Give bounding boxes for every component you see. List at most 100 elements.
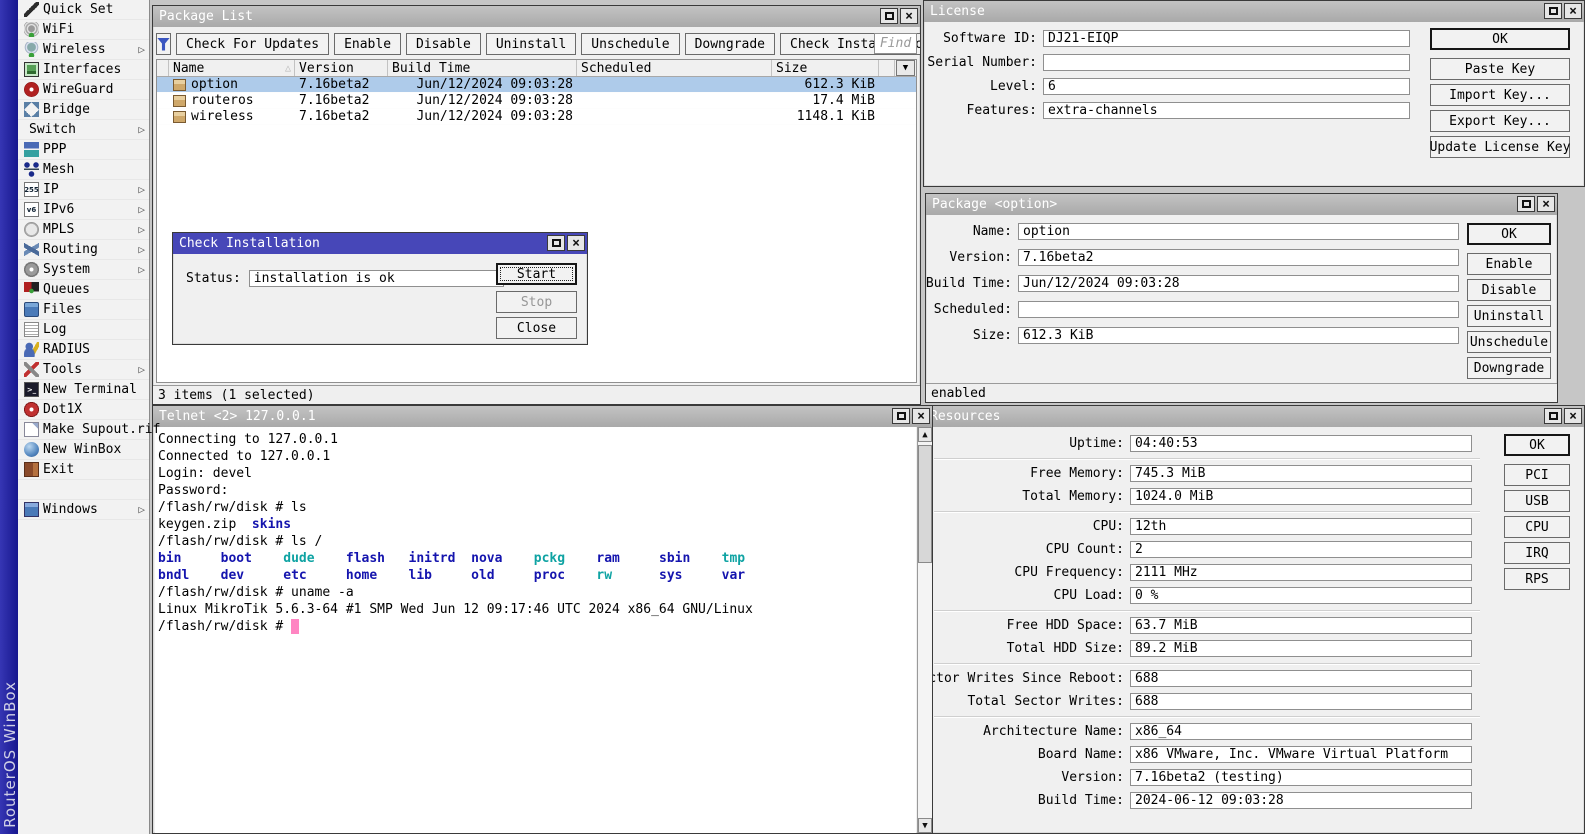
license-value-level[interactable]: 6 bbox=[1043, 78, 1410, 95]
license-update-license-key-button[interactable]: Update License Key bbox=[1430, 136, 1570, 158]
resources-cpu-button[interactable]: CPU bbox=[1504, 516, 1570, 538]
close-button[interactable]: Close bbox=[496, 317, 577, 339]
resources-value-free-hdd-space[interactable]: 63.7 MiB bbox=[1130, 617, 1472, 634]
license-value-features[interactable]: extra-channels bbox=[1043, 102, 1410, 119]
sidebar-item-log[interactable]: Log bbox=[18, 320, 149, 340]
sidebar-item-interfaces[interactable]: Interfaces bbox=[18, 60, 149, 80]
package-row-wireless[interactable]: wireless7.16beta2Jun/12/2024 09:03:28114… bbox=[157, 109, 916, 125]
sidebar-item-quick-set[interactable]: Quick Set bbox=[18, 0, 149, 20]
scroll-down-icon[interactable]: ▼ bbox=[918, 818, 932, 833]
maximize-button[interactable] bbox=[1544, 3, 1562, 19]
package-option-value-version[interactable]: 7.16beta2 bbox=[1018, 249, 1459, 266]
maximize-button[interactable] bbox=[547, 235, 565, 251]
resources-value-sector-writes-since-reboot[interactable]: 688 bbox=[1130, 670, 1472, 687]
resources-pci-button[interactable]: PCI bbox=[1504, 464, 1570, 486]
package-option-downgrade-button[interactable]: Downgrade bbox=[1467, 357, 1551, 379]
package-option-value-name[interactable]: option bbox=[1018, 223, 1459, 240]
resources-value-total-hdd-size[interactable]: 89.2 MiB bbox=[1130, 640, 1472, 657]
column-header-blank[interactable] bbox=[879, 60, 895, 76]
package-option-unschedule-button[interactable]: Unschedule bbox=[1467, 331, 1551, 353]
package-row-option[interactable]: option7.16beta2Jun/12/2024 09:03:28612.3… bbox=[157, 77, 916, 93]
terminal-scrollbar[interactable]: ▲ ▼ bbox=[917, 427, 932, 833]
package-option-disable-button[interactable]: Disable bbox=[1467, 279, 1551, 301]
sidebar-item-ip[interactable]: 255IP▷ bbox=[18, 180, 149, 200]
resources-value-cpu[interactable]: 12th bbox=[1130, 518, 1472, 535]
license-export-key-button[interactable]: Export Key... bbox=[1430, 110, 1570, 132]
resources-value-version[interactable]: 7.16beta2 (testing) bbox=[1130, 769, 1472, 786]
sidebar-item-system[interactable]: System▷ bbox=[18, 260, 149, 280]
unschedule-button[interactable]: Unschedule bbox=[581, 33, 679, 55]
start-button[interactable]: Start bbox=[496, 263, 577, 285]
maximize-button[interactable] bbox=[1544, 408, 1562, 424]
resources-value-cpu-load[interactable]: 0 % bbox=[1130, 587, 1472, 604]
column-header-size[interactable]: Size bbox=[772, 60, 879, 76]
sidebar-item-routing[interactable]: Routing▷ bbox=[18, 240, 149, 260]
sidebar-item-mpls[interactable]: MPLS▷ bbox=[18, 220, 149, 240]
package-option-ok-button[interactable]: OK bbox=[1467, 223, 1551, 245]
scrollbar-thumb[interactable] bbox=[918, 445, 932, 563]
sidebar-item-mesh[interactable]: Mesh bbox=[18, 160, 149, 180]
license-ok-button[interactable]: OK bbox=[1430, 28, 1570, 50]
package-option-value-build-time[interactable]: Jun/12/2024 09:03:28 bbox=[1018, 275, 1459, 292]
downgrade-button[interactable]: Downgrade bbox=[685, 33, 775, 55]
package-option-uninstall-button[interactable]: Uninstall bbox=[1467, 305, 1551, 327]
scroll-up-icon[interactable]: ▲ bbox=[918, 427, 932, 442]
terminal-output[interactable]: Connecting to 127.0.0.1Connected to 127.… bbox=[155, 427, 916, 833]
sidebar-item-exit[interactable]: Exit bbox=[18, 460, 149, 480]
sidebar-item-bridge[interactable]: Bridge bbox=[18, 100, 149, 120]
sidebar-item-new-winbox[interactable]: New WinBox bbox=[18, 440, 149, 460]
resources-value-total-memory[interactable]: 1024.0 MiB bbox=[1130, 488, 1472, 505]
close-button[interactable]: × bbox=[912, 408, 930, 424]
maximize-button[interactable] bbox=[880, 8, 898, 24]
close-button[interactable]: × bbox=[1564, 408, 1582, 424]
disable-button[interactable]: Disable bbox=[406, 33, 481, 55]
resources-value-board-name[interactable]: x86 VMware, Inc. VMware Virtual Platform bbox=[1130, 746, 1472, 763]
resources-usb-button[interactable]: USB bbox=[1504, 490, 1570, 512]
sidebar-item-queues[interactable]: Queues bbox=[18, 280, 149, 300]
uninstall-button[interactable]: Uninstall bbox=[486, 33, 576, 55]
maximize-button[interactable] bbox=[1517, 196, 1535, 212]
maximize-button[interactable] bbox=[892, 408, 910, 424]
column-header-name[interactable]: Name△ bbox=[169, 60, 295, 76]
resources-value-build-time[interactable]: 2024-06-12 09:03:28 bbox=[1130, 792, 1472, 809]
close-button[interactable]: × bbox=[567, 235, 585, 251]
sidebar-item-wireless[interactable]: Wireless▷ bbox=[18, 40, 149, 60]
find-input[interactable]: Find bbox=[874, 33, 917, 54]
close-button[interactable]: × bbox=[1537, 196, 1555, 212]
sidebar-item-dot1x[interactable]: Dot1X bbox=[18, 400, 149, 420]
sidebar-item-files[interactable]: Files bbox=[18, 300, 149, 320]
license-titlebar[interactable]: License × bbox=[924, 1, 1584, 22]
close-button[interactable]: × bbox=[900, 8, 918, 24]
resources-value-architecture-name[interactable]: x86_64 bbox=[1130, 723, 1472, 740]
sidebar-item-ipv6[interactable]: v6IPv6▷ bbox=[18, 200, 149, 220]
package-option-value-scheduled[interactable] bbox=[1018, 301, 1459, 318]
resources-rps-button[interactable]: RPS bbox=[1504, 568, 1570, 590]
check-for-updates-button[interactable]: Check For Updates bbox=[176, 33, 329, 55]
license-value-software-id[interactable]: DJ21-EIQP bbox=[1043, 30, 1410, 47]
resources-value-cpu-count[interactable]: 2 bbox=[1130, 541, 1472, 558]
check-installation-titlebar[interactable]: Check Installation × bbox=[173, 233, 587, 254]
enable-button[interactable]: Enable bbox=[334, 33, 401, 55]
resources-titlebar[interactable]: Resources × bbox=[924, 406, 1584, 427]
column-header-version[interactable]: Version bbox=[295, 60, 388, 76]
sidebar-item-radius[interactable]: RADIUS bbox=[18, 340, 149, 360]
resources-value-total-sector-writes[interactable]: 688 bbox=[1130, 693, 1472, 710]
package-row-routeros[interactable]: routeros7.16beta2Jun/12/2024 09:03:2817.… bbox=[157, 93, 916, 109]
sidebar-item-make-supout-rif[interactable]: Make Supout.rif bbox=[18, 420, 149, 440]
package-option-enable-button[interactable]: Enable bbox=[1467, 253, 1551, 275]
column-select-button[interactable]: ▼ bbox=[896, 60, 915, 76]
license-value-serial-number[interactable] bbox=[1043, 54, 1410, 71]
sidebar-item-tools[interactable]: Tools▷ bbox=[18, 360, 149, 380]
resources-value-uptime[interactable]: 04:40:53 bbox=[1130, 435, 1472, 452]
resources-value-cpu-frequency[interactable]: 2111 MHz bbox=[1130, 564, 1472, 581]
sidebar-item-ppp[interactable]: PPP bbox=[18, 140, 149, 160]
close-button[interactable]: × bbox=[1564, 3, 1582, 19]
resources-ok-button[interactable]: OK bbox=[1504, 434, 1570, 456]
column-header-blank[interactable] bbox=[157, 60, 169, 76]
resources-value-free-memory[interactable]: 745.3 MiB bbox=[1130, 465, 1472, 482]
sidebar-item-new-terminal[interactable]: >_New Terminal bbox=[18, 380, 149, 400]
column-header-build-time[interactable]: Build Time bbox=[388, 60, 577, 76]
license-paste-key-button[interactable]: Paste Key bbox=[1430, 58, 1570, 80]
telnet-titlebar[interactable]: Telnet <2> 127.0.0.1 × bbox=[153, 406, 932, 427]
package-option-value-size[interactable]: 612.3 KiB bbox=[1018, 327, 1459, 344]
